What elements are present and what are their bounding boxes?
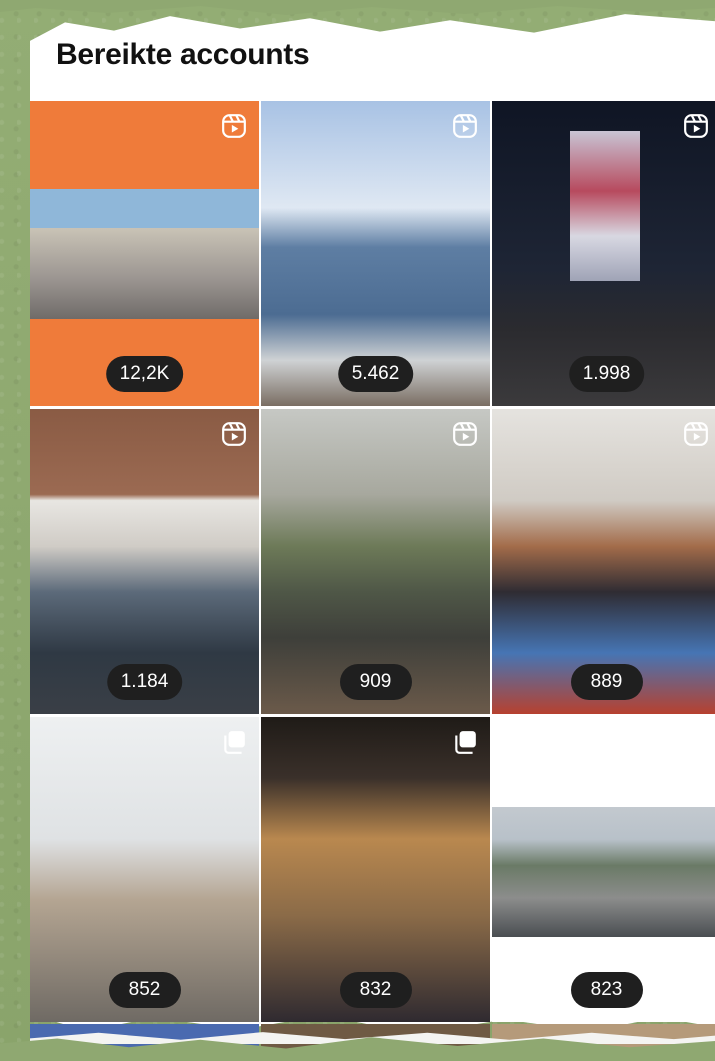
reach-count-badge: 5.462 (337, 356, 414, 392)
post-tile[interactable]: 823 (492, 717, 715, 1022)
post-tile[interactable]: 852 (30, 717, 259, 1022)
post-tile[interactable]: 889 (492, 409, 715, 714)
reel-icon (684, 114, 708, 138)
reach-count-badge: 832 (339, 972, 412, 1008)
reel-icon (453, 114, 477, 138)
reach-count-badge: 12,2K (105, 356, 184, 392)
post-tile[interactable]: 5.462 (261, 101, 490, 406)
page-title: Bereikte accounts (56, 38, 310, 71)
reel-icon (222, 114, 246, 138)
post-tile[interactable]: 1.998 (492, 101, 715, 406)
post-tile[interactable]: 12,2K (30, 101, 259, 406)
reel-icon (453, 422, 477, 446)
post-tile[interactable]: 909 (261, 409, 490, 714)
carousel-icon (224, 731, 245, 754)
reach-count-badge: 852 (108, 972, 181, 1008)
post-image (30, 189, 259, 319)
reel-icon (222, 422, 246, 446)
post-tile[interactable]: 1.184 (30, 409, 259, 714)
reach-count-badge: 909 (339, 664, 412, 700)
reel-icon (684, 422, 708, 446)
post-tile[interactable]: 832 (261, 717, 490, 1022)
carousel-icon (455, 731, 476, 754)
post-image (492, 807, 715, 937)
reach-count-badge: 889 (570, 664, 643, 700)
reach-count-badge: 823 (570, 972, 643, 1008)
posts-grid: 12,2K 5.462 1.998 1.184 909 889 852 832 … (30, 101, 715, 1031)
reach-count-badge: 1.998 (568, 356, 645, 392)
post-image (570, 131, 640, 281)
reach-count-badge: 1.184 (106, 664, 183, 700)
